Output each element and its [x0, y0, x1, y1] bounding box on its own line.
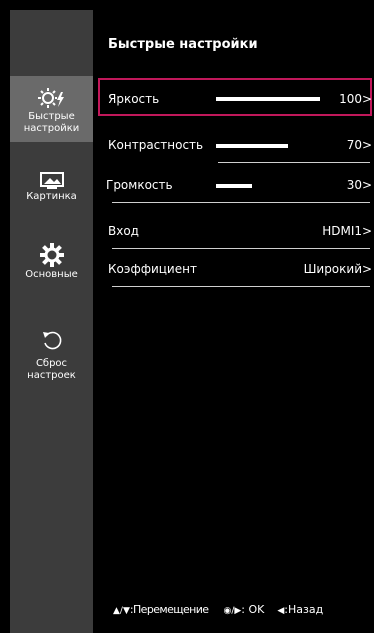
sidebar-item-general[interactable]: Основные — [10, 242, 93, 281]
chevron-right-icon: > — [361, 92, 372, 106]
row-value: Широкий — [303, 262, 362, 276]
chevron-right-icon: > — [361, 138, 372, 152]
row-divider — [112, 248, 370, 249]
row-value: 70 — [346, 138, 362, 152]
row-volume[interactable]: Громкость 30 > — [98, 168, 374, 204]
row-contrast[interactable]: Контрастность 70 > — [98, 128, 374, 164]
row-label: Коэффициент — [108, 262, 197, 276]
sidebar-label: Картинка — [26, 191, 77, 202]
chevron-right-icon: > — [361, 178, 372, 192]
row-brightness[interactable]: Яркость 100 > — [98, 78, 374, 116]
osd-screen: Быстрые настройки Картинка Основные Сбро… — [10, 10, 374, 633]
row-divider — [218, 162, 370, 163]
sidebar-label-line1: Сброс — [35, 358, 68, 369]
chevron-right-icon: > — [361, 262, 372, 276]
row-label: Вход — [108, 224, 139, 238]
quick-settings-icon — [37, 88, 64, 108]
hint-back: :Назад — [284, 603, 324, 616]
chevron-right-icon: > — [361, 224, 372, 238]
row-label: Контрастность — [108, 138, 204, 152]
monitor-osd: Быстрые настройки Картинка Основные Сбро… — [0, 0, 374, 633]
sidebar-item-reset[interactable]: Сброс настроек — [10, 328, 93, 382]
picture-icon — [39, 172, 64, 189]
sidebar-item-picture[interactable]: Картинка — [10, 172, 93, 203]
row-value: HDMI1 — [322, 224, 362, 238]
row-label: Яркость — [108, 92, 160, 106]
row-divider — [112, 286, 370, 287]
hint-move: :Перемещение — [129, 603, 209, 616]
sidebar: Быстрые настройки Картинка Основные Сбро… — [10, 10, 93, 633]
back-icon: ◀ — [277, 606, 285, 616]
row-value: 30 — [346, 178, 362, 192]
ok-icon: ◉/▶ — [223, 606, 242, 616]
hint-ok: : OK — [241, 603, 265, 616]
row-divider — [112, 202, 370, 203]
contrast-bar — [216, 144, 288, 148]
row-aspect-ratio[interactable]: Коэффициент Широкий > — [98, 252, 374, 288]
footer-hints: ▲/▼:Перемещение ◉/▶: OK ◀:Назад — [113, 603, 323, 616]
sidebar-label: Основные — [25, 269, 78, 280]
row-label: Громкость — [106, 178, 173, 192]
row-value: 100 — [339, 92, 362, 106]
sidebar-label-line2: настроек — [27, 370, 76, 381]
gear-icon — [39, 243, 64, 267]
row-input[interactable]: Вход HDMI1 > — [98, 214, 374, 250]
sidebar-label-line1: Быстрые — [28, 111, 75, 122]
sidebar-item-quick-settings[interactable]: Быстрые настройки — [10, 76, 93, 142]
brightness-bar — [216, 97, 320, 101]
sidebar-label-line2: настройки — [23, 123, 80, 134]
reset-icon — [42, 331, 61, 350]
volume-bar — [216, 184, 252, 188]
page-title: Быстрые настройки — [108, 37, 258, 52]
updown-icon: ▲/▼ — [113, 606, 130, 616]
